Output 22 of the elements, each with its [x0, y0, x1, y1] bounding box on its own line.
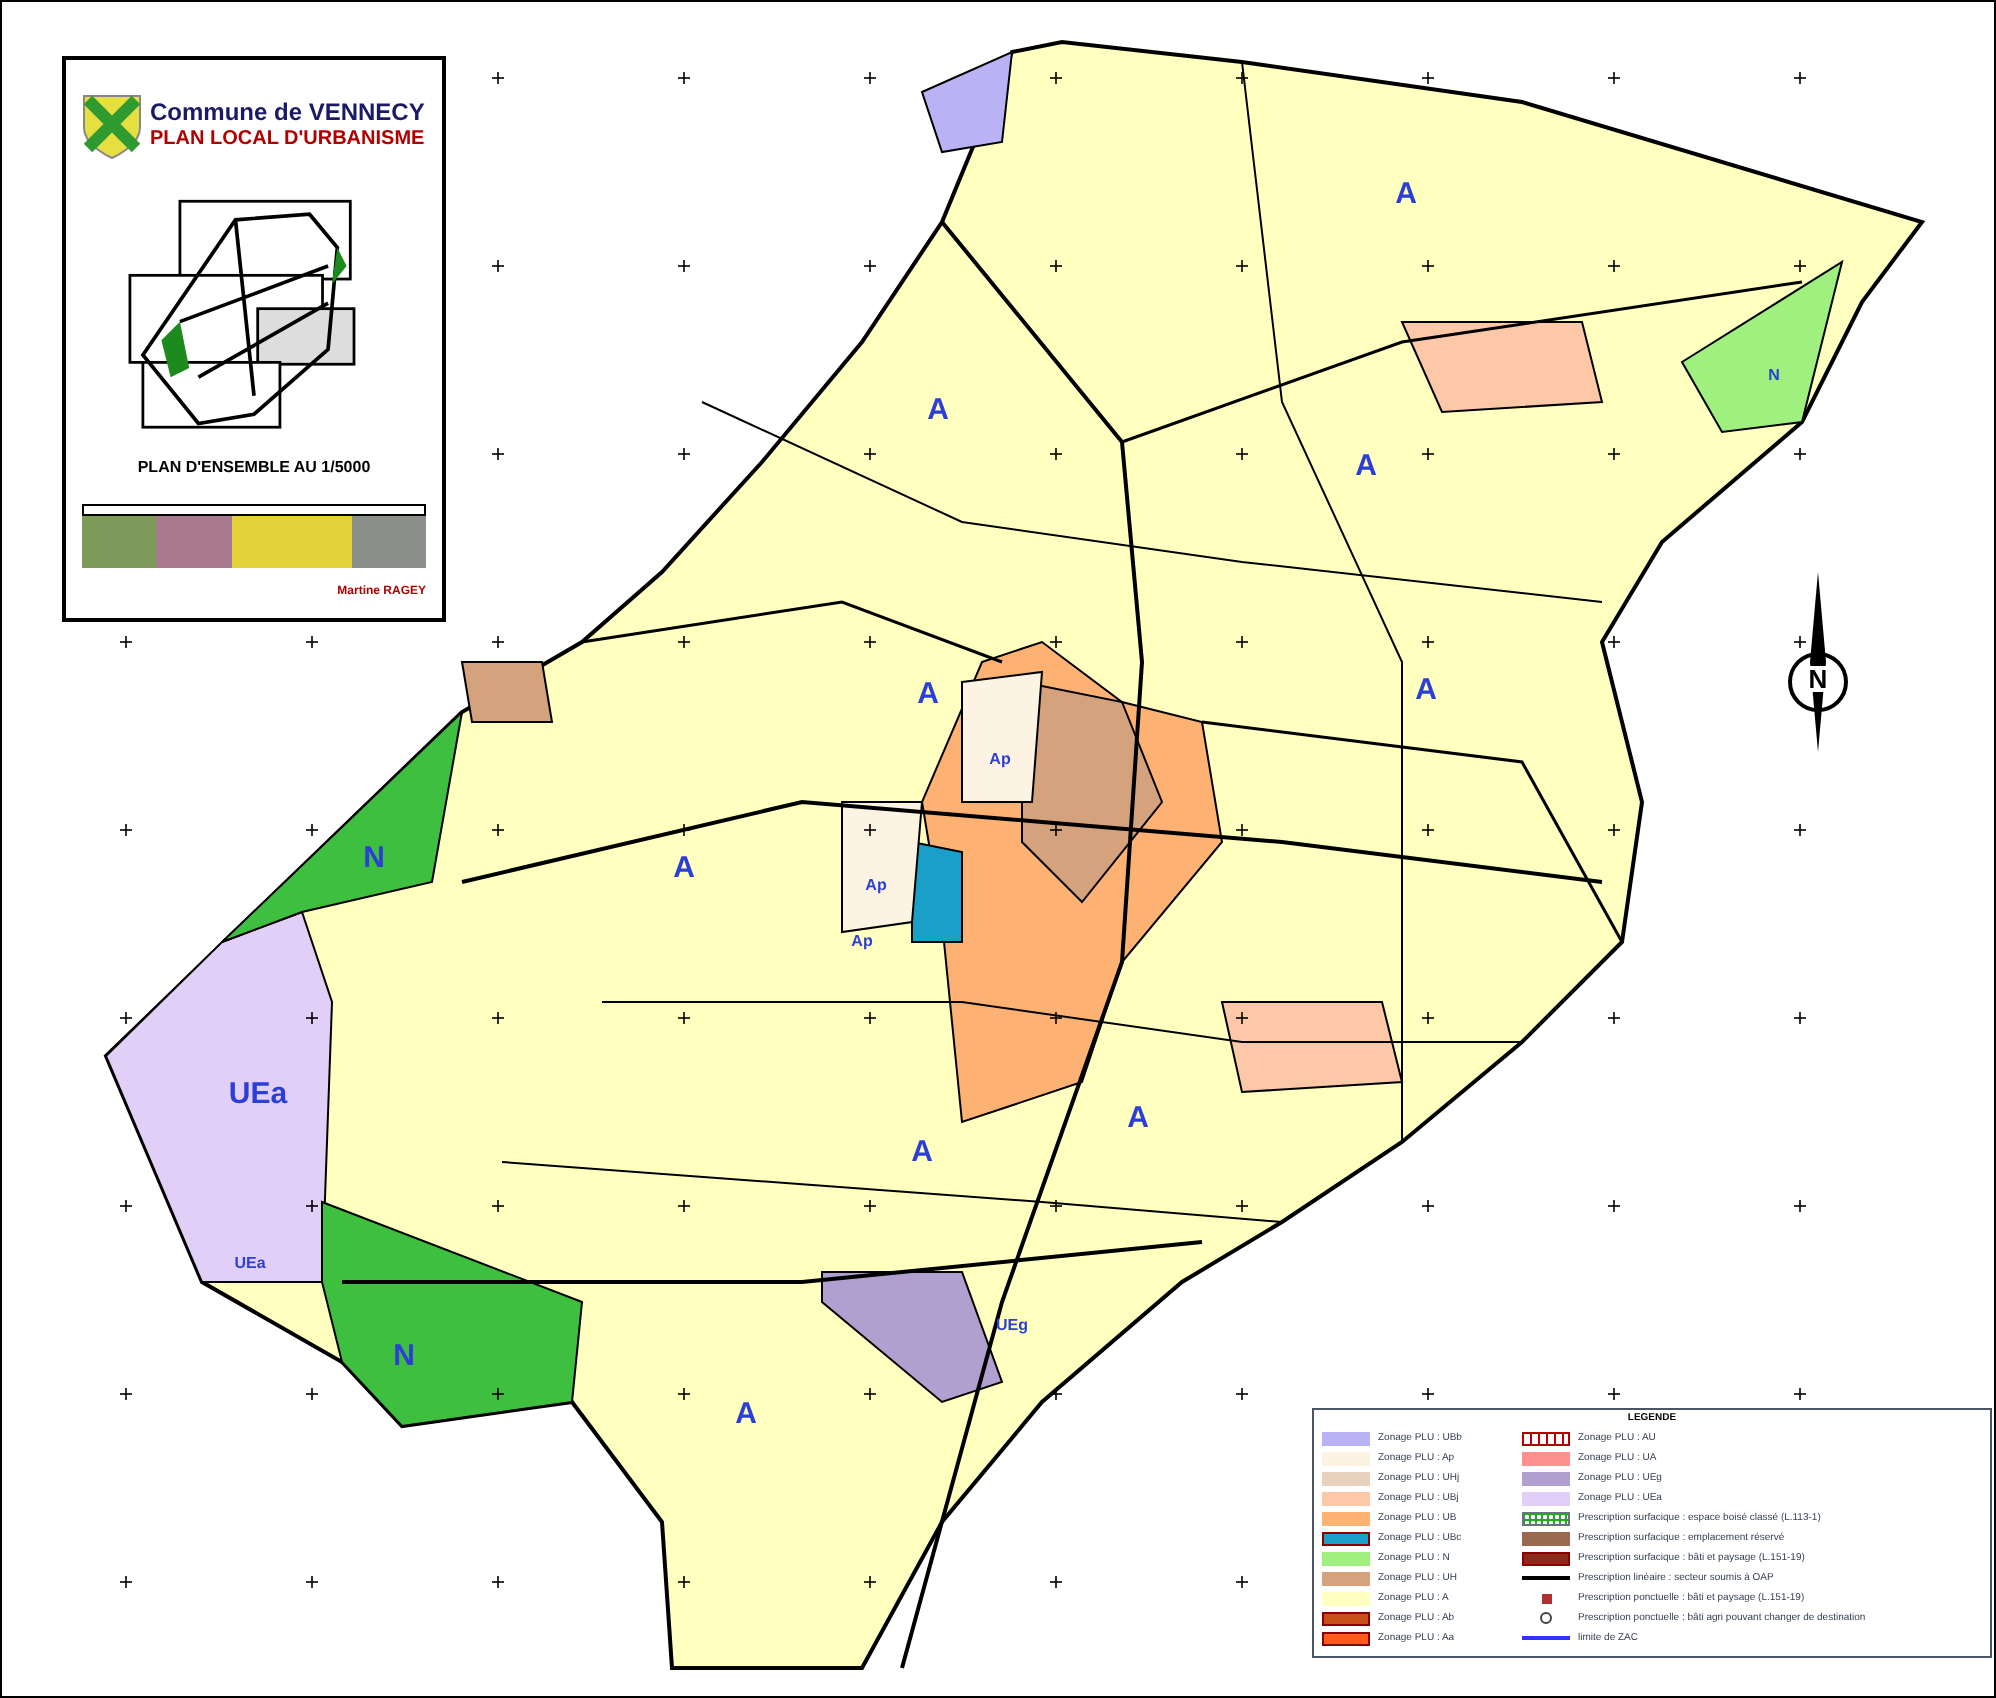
zone-label: N [393, 1341, 415, 1371]
zone-label: A [911, 1137, 933, 1167]
zone-label: A [917, 679, 939, 709]
zone-label: Ap [989, 752, 1011, 768]
zone-label: A [673, 853, 695, 883]
zone-label: A [1127, 1103, 1149, 1133]
zone-label: N [363, 843, 385, 873]
zone-label: A [1355, 451, 1377, 481]
zone-label: A [735, 1399, 757, 1429]
zone-label: A [927, 395, 949, 425]
scale-subtitle: PLAN D'ENSEMBLE AU 1/5000 [137, 456, 371, 481]
zone-label: N [1768, 368, 1780, 384]
north-label: N [1808, 666, 1828, 692]
zone-label: UEa [228, 1079, 288, 1109]
zone-label: A [1415, 675, 1437, 705]
zone-label: Ap [851, 934, 873, 950]
zone-label: UEg [996, 1318, 1028, 1334]
commune-title: Commune de VENNECY [150, 98, 425, 129]
zone-label: A [1395, 179, 1417, 209]
document-title: PLAN LOCAL D'URBANISME [150, 128, 425, 154]
zone-label: Ap [865, 878, 887, 894]
zone-label: UEa [234, 1256, 266, 1272]
